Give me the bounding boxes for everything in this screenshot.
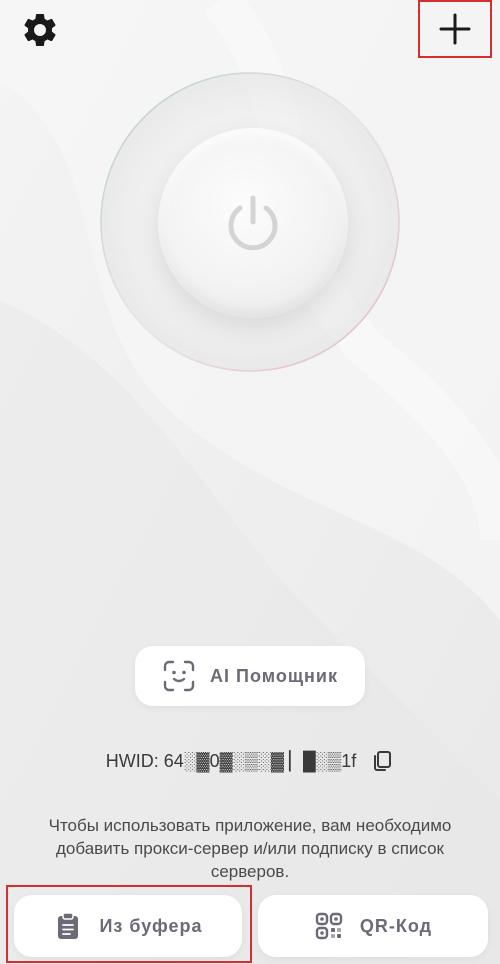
qr-code-label: QR-Код bbox=[359, 915, 433, 936]
qr-code-icon bbox=[315, 912, 343, 940]
hwid-text: HWID: 64░▓0▓░▒░▓ ▏█░▒1f bbox=[105, 750, 357, 771]
add-server-button[interactable] bbox=[418, 0, 492, 58]
from-clipboard-button[interactable]: Из буфера bbox=[14, 895, 242, 957]
info-message: Чтобы использовать приложение, вам необх… bbox=[48, 816, 452, 881]
from-clipboard-label: Из буфера bbox=[99, 915, 203, 936]
power-icon bbox=[228, 195, 278, 251]
ai-assistant-label: AI Помощник bbox=[210, 665, 338, 686]
plus-icon bbox=[439, 13, 471, 45]
qr-code-button[interactable]: QR-Код bbox=[258, 895, 488, 957]
face-scan-icon bbox=[163, 660, 195, 692]
copy-hwid-button[interactable] bbox=[370, 749, 394, 773]
ai-assistant-button[interactable]: AI Помощник bbox=[135, 646, 365, 706]
settings-button[interactable] bbox=[20, 10, 60, 50]
copy-icon bbox=[374, 751, 392, 771]
power-button[interactable] bbox=[158, 128, 348, 318]
clipboard-icon bbox=[58, 912, 79, 939]
hwid-row: HWID: 64░▓0▓░▒░▓ ▏█░▒1f bbox=[0, 744, 500, 778]
gear-icon bbox=[24, 13, 56, 46]
